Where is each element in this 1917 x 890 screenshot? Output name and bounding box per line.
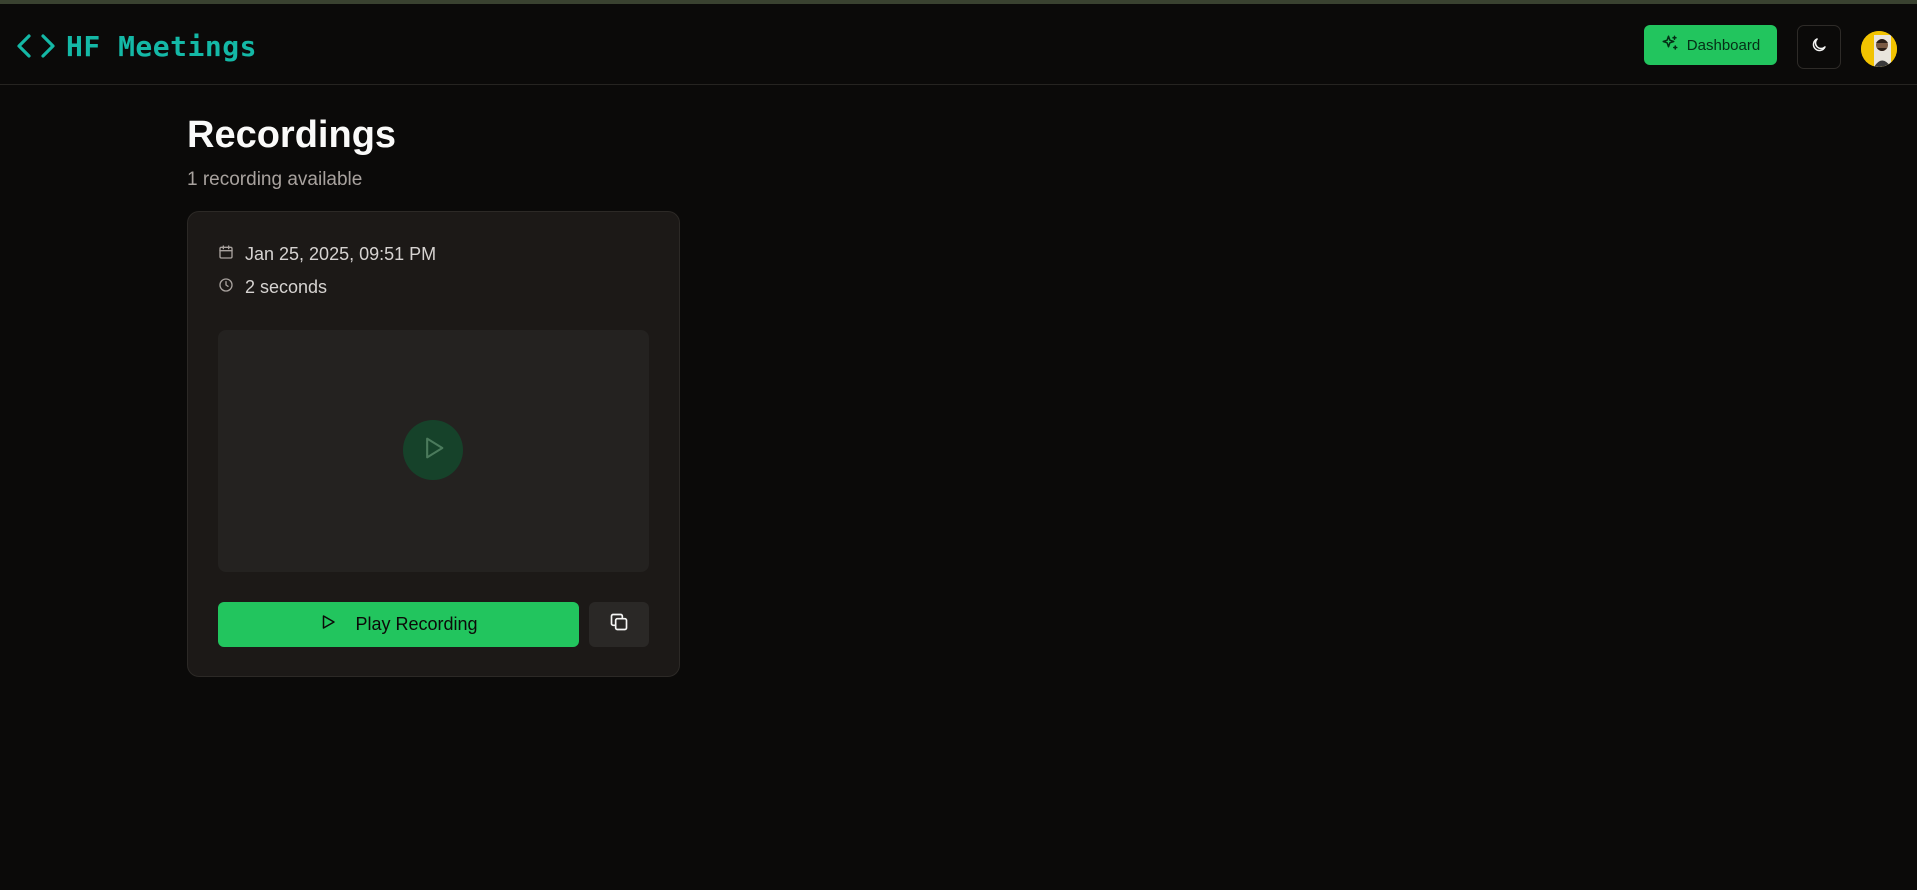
calendar-icon (218, 244, 234, 265)
code-brackets-icon (16, 30, 56, 62)
play-recording-label: Play Recording (355, 614, 478, 634)
recording-duration-row: 2 seconds (218, 276, 327, 298)
dashboard-button-label: Dashboard (1686, 36, 1761, 54)
dashboard-button[interactable]: Dashboard (1644, 25, 1777, 65)
video-play-overlay[interactable] (403, 420, 463, 480)
avatar[interactable] (1861, 31, 1897, 67)
play-recording-button[interactable]: Play Recording (218, 602, 579, 647)
brand-name: HF Meetings (66, 29, 257, 63)
copy-link-button[interactable] (589, 602, 649, 647)
moon-icon (1810, 36, 1828, 59)
play-icon (419, 434, 447, 467)
top-navbar: HF Meetings Dashboard (0, 4, 1917, 85)
recording-card: Jan 25, 2025, 09:51 PM 2 seconds Play Re… (187, 211, 680, 677)
play-icon (319, 613, 337, 636)
copy-icon (609, 612, 629, 637)
video-preview[interactable] (218, 330, 649, 572)
page-subtitle: 1 recording available (187, 169, 363, 190)
clock-icon (218, 277, 234, 298)
recording-date-row: Jan 25, 2025, 09:51 PM (218, 243, 436, 265)
recording-duration: 2 seconds (245, 276, 328, 297)
theme-toggle-button[interactable] (1797, 25, 1841, 69)
sparkles-icon (1661, 34, 1679, 56)
recording-date: Jan 25, 2025, 09:51 PM (245, 243, 437, 264)
page-title: Recordings (187, 114, 397, 156)
brand-link[interactable]: HF Meetings (16, 28, 257, 64)
